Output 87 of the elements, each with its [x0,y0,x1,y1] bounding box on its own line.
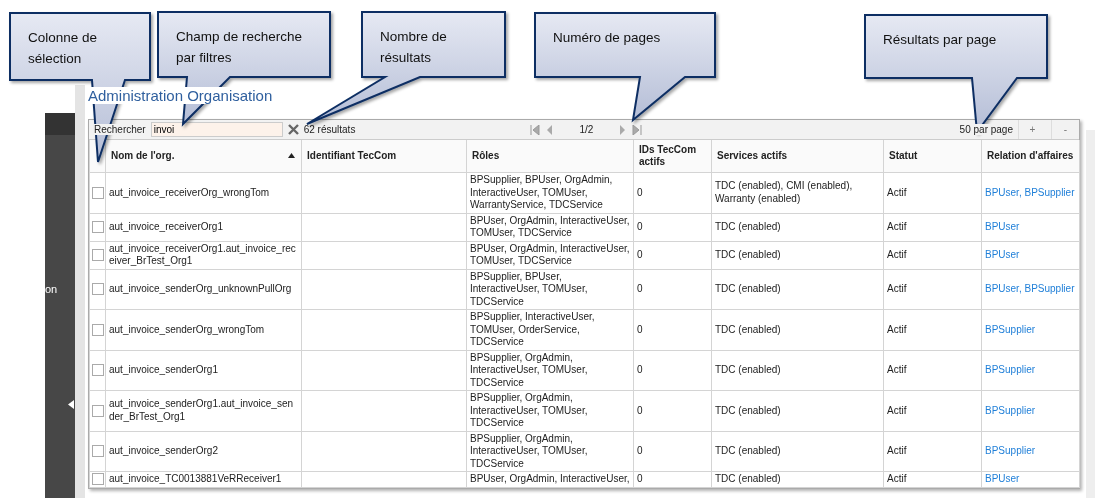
callout-text: Résultats par page [883,31,998,49]
page-number: 1/2 [579,124,594,135]
teccom-id-count: 0 [637,323,643,335]
services-text: TDC (enabled) [715,404,781,416]
relation-link[interactable]: BPUser [985,220,1020,232]
callout-text: Champ de recherche par filtres [176,28,304,67]
relation-link[interactable]: BPSupplier [985,323,1036,335]
callout-text: Numéro de pages [553,29,662,47]
clear-icon[interactable] [287,124,299,135]
teccom-id-count: 0 [637,186,643,198]
column-header[interactable]: Rôles [466,140,634,173]
sidebar-label[interactable]: on [45,283,58,295]
teccom-id-count: 0 [637,445,643,456]
column-header[interactable]: Nom de l'org. [105,140,302,173]
org-name: aut_invoice_senderOrg_wrongTom [109,323,265,335]
callout-text: Colonne de sélection [28,29,99,68]
row-checkbox[interactable] [92,283,104,296]
roles-text: BPUser, OrgAdmin, InteractiveUser, TOMUser, TDCService [470,242,630,266]
relation-link[interactable]: BPSupplier [985,445,1036,456]
teccom-id-count: 0 [637,473,643,484]
status-text: Actif [887,445,907,456]
org-name: aut_invoice_senderOrg1.aut_invoice_sender_BrTest_Org1 [109,398,293,422]
collapse-arrow-icon[interactable] [68,400,74,409]
column-header[interactable]: Statut [883,140,982,173]
previous-page-icon[interactable] [546,124,554,135]
column-header[interactable]: Identifiant TecCom [301,140,467,173]
status-text: Actif [887,186,907,198]
roles-text: BPSupplier, InteractiveUser, TOMUser, OrderService, TDCService [470,311,595,347]
row-checkbox[interactable] [92,445,104,458]
row-checkbox[interactable] [92,473,104,486]
status-text: Actif [887,473,907,484]
services-text: TDC (enabled) [715,445,781,456]
teccom-id-count: 0 [637,404,643,416]
org-name: aut_invoice_senderOrg1 [109,364,218,375]
teccom-id-count: 0 [637,283,643,294]
sidebar-header [45,113,75,135]
services-text: TDC (enabled) [715,323,781,335]
org-name: aut_invoice_senderOrg2 [109,445,218,456]
search-label: Rechercher [94,124,146,135]
teccom-id-count: 0 [637,220,643,232]
status-text: Actif [887,364,907,375]
services-text: TDC (enabled) [715,248,781,260]
relation-link[interactable]: BPUser [985,248,1020,260]
services-text: TDC (enabled) [715,220,781,232]
org-name: aut_invoice_TC0013881VeRReceiver1 [109,473,282,484]
roles-text: BPSupplier, BPUser, InteractiveUser, TOMUser, TDCService [470,270,588,307]
next-page-icon[interactable] [619,124,627,135]
result-count: 62 résultats [303,124,356,135]
status-text: Actif [887,404,907,416]
services-text: TDC (enabled) [715,364,781,375]
column-header[interactable]: Relation d'affaires [981,140,1080,173]
first-page-icon[interactable] [530,124,541,135]
callout-text: Nombre de résultats [380,28,448,67]
services-text: TDC (enabled) [715,473,781,484]
search-field[interactable]: invoi [150,122,283,137]
roles-text: BPSupplier, OrgAdmin, InteractiveUser, TOMUser, TDCService [470,351,588,388]
teccom-id-count: 0 [637,248,643,260]
status-text: Actif [887,323,907,335]
roles-text: BPSupplier, OrgAdmin, InteractiveUser, TOMUser, TDCService [470,392,588,428]
org-name: aut_invoice_senderOrg_unknownPullOrg [109,283,292,294]
relation-link[interactable]: BPSupplier [985,364,1036,375]
page-title: Administration Organisation [88,87,273,104]
org-name: aut_invoice_receiverOrg_wrongTom [109,186,270,198]
last-page-icon[interactable] [632,124,643,135]
row-checkbox[interactable] [92,249,104,261]
relation-link[interactable]: BPSupplier [985,404,1036,416]
teccom-id-count: 0 [637,364,643,375]
roles-text: BPUser, OrgAdmin, InteractiveUser, TOMUser, TDCService [470,214,630,238]
status-text: Actif [887,220,907,232]
row-checkbox[interactable] [92,186,104,199]
row-checkbox[interactable] [92,323,104,336]
status-text: Actif [887,283,907,294]
row-checkbox[interactable] [92,364,104,377]
roles-text: BPSupplier, BPUser, OrgAdmin, InteractiveUser, TOMUser, WarrantyService, TDCService [470,174,613,210]
services-text: TDC (enabled), CMI (enabled), Warranty (enabled) [715,180,853,204]
services-text: TDC (enabled) [715,283,781,294]
roles-text: BPSupplier, OrgAdmin, InteractiveUser, TOMUser, TDCService [470,432,588,469]
status-text: Actif [887,248,907,260]
row-checkbox[interactable] [92,221,104,233]
column-header[interactable]: IDs TecCom actifs [633,140,712,173]
per-page-label[interactable]: 50 par page [959,124,1013,135]
roles-text: BPUser, OrgAdmin, InteractiveUser, [470,473,630,484]
column-header[interactable]: Services actifs [711,140,884,173]
row-checkbox[interactable] [92,404,104,417]
org-name: aut_invoice_receiverOrg1 [109,220,223,232]
sort-ascending-icon [288,153,295,158]
org-name: aut_invoice_receiverOrg1.aut_invoice_receiver_BrTest_Org1 [109,242,296,266]
